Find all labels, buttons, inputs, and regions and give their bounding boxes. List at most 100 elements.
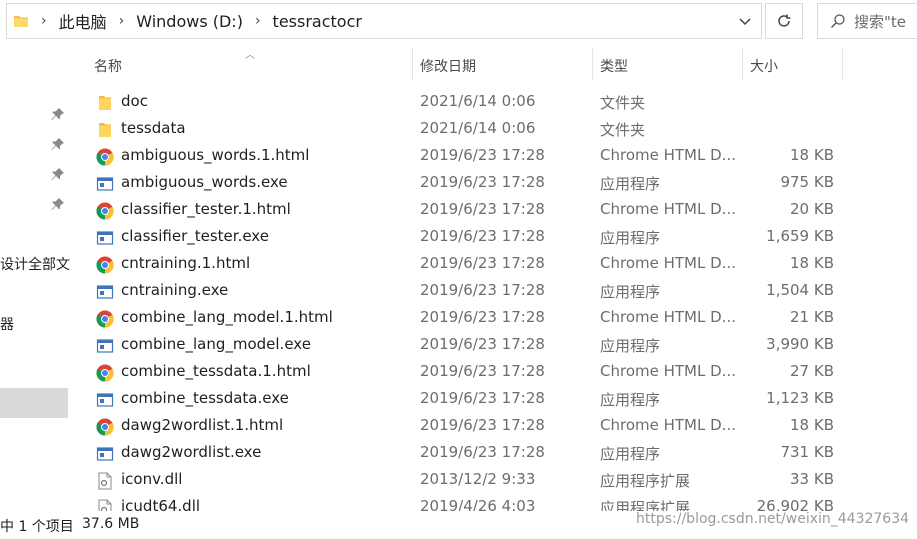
file-name[interactable]: doc: [121, 92, 148, 110]
file-name[interactable]: dawg2wordlist.1.html: [121, 416, 283, 434]
file-row[interactable]: tessdata 2021/6/14 0:06 文件夹: [88, 116, 838, 143]
file-date: 2019/6/23 17:28: [420, 173, 545, 191]
chevron-right-icon[interactable]: ›: [119, 13, 125, 29]
file-size: 18 KB: [790, 146, 834, 164]
nav-item-selected[interactable]: [0, 388, 68, 418]
file-row[interactable]: combine_tessdata.1.html 2019/6/23 17:28 Ch…: [88, 359, 838, 386]
column-header-name[interactable]: 名称: [94, 56, 122, 76]
search-placeholder: 搜索"te: [854, 12, 907, 31]
file-date: 2019/6/23 17:28: [420, 227, 545, 245]
file-name[interactable]: iconv.dll: [121, 470, 182, 488]
file-name[interactable]: classifier_tester.exe: [121, 227, 269, 245]
file-date: 2019/6/23 17:28: [420, 389, 545, 407]
file-name[interactable]: combine_lang_model.1.html: [121, 308, 333, 326]
column-divider[interactable]: [742, 48, 743, 80]
file-row[interactable]: cntraining.exe 2019/6/23 17:28 应用程序 1,504 K…: [88, 278, 838, 305]
file-row[interactable]: combine_lang_model.1.html 2019/6/23 17:28…: [88, 305, 838, 332]
column-header-size[interactable]: 大小: [750, 56, 778, 76]
file-type: 应用程序: [600, 391, 661, 409]
chrome-icon: [96, 148, 114, 166]
file-row[interactable]: classifier_tester.exe 2019/6/23 17:28 应用程序…: [88, 224, 838, 251]
file-type: Chrome HTML D...: [600, 200, 736, 218]
pin-icon[interactable]: [51, 136, 65, 150]
file-row[interactable]: classifier_tester.1.html 2019/6/23 17:28 C…: [88, 197, 838, 224]
file-name[interactable]: combine_tessdata.1.html: [121, 362, 311, 380]
chevron-right-icon[interactable]: ›: [255, 13, 261, 29]
file-size: 33 KB: [790, 470, 834, 488]
file-row[interactable]: doc 2021/6/14 0:06 文件夹: [88, 89, 838, 116]
chrome-icon: [96, 256, 114, 274]
file-size: 27 KB: [790, 362, 834, 380]
file-type: 应用程序: [600, 175, 661, 193]
file-type: 文件夹: [600, 121, 646, 139]
chrome-icon: [96, 418, 114, 436]
file-date: 2019/6/23 17:28: [420, 281, 545, 299]
file-type: 应用程序扩展: [600, 472, 691, 490]
file-row[interactable]: dawg2wordlist.1.html 2019/6/23 17:28 Chrom…: [88, 413, 838, 440]
pin-icon[interactable]: [51, 106, 65, 120]
file-size: 1,123 KB: [766, 389, 834, 407]
file-name[interactable]: combine_tessdata.exe: [121, 389, 289, 407]
column-header-date[interactable]: 修改日期: [420, 56, 476, 76]
file-name[interactable]: dawg2wordlist.exe: [121, 443, 261, 461]
file-row[interactable]: ambiguous_words.exe 2019/6/23 17:28 应用程序 97…: [88, 170, 838, 197]
nav-item-label[interactable]: 设计全部文: [0, 254, 70, 274]
file-type: 应用程序: [600, 445, 661, 463]
file-type: Chrome HTML D...: [600, 308, 736, 326]
chevron-down-icon[interactable]: [737, 13, 753, 29]
chrome-icon: [96, 364, 114, 382]
file-type: Chrome HTML D...: [600, 254, 736, 272]
search-box[interactable]: 搜索"te: [817, 3, 917, 39]
file-type: Chrome HTML D...: [600, 146, 736, 164]
file-name[interactable]: tessdata: [121, 119, 186, 137]
exe-icon: [96, 337, 114, 355]
pin-icon[interactable]: [51, 166, 65, 180]
watermark: https://blog.csdn.net/weixin_44327634: [636, 511, 910, 527]
breadcrumb-drive-d[interactable]: Windows (D:): [136, 12, 243, 31]
file-name[interactable]: icudt64.dll: [121, 497, 200, 511]
file-size: 18 KB: [790, 416, 834, 434]
file-name[interactable]: ambiguous_words.exe: [121, 173, 288, 191]
file-type: 应用程序: [600, 283, 661, 301]
column-divider[interactable]: [592, 48, 593, 80]
file-date: 2019/6/23 17:28: [420, 146, 545, 164]
chevron-right-icon[interactable]: ›: [41, 13, 47, 29]
file-name[interactable]: combine_lang_model.exe: [121, 335, 311, 353]
file-date: 2019/6/23 17:28: [420, 362, 545, 380]
file-date: 2013/12/2 9:33: [420, 470, 536, 488]
file-row[interactable]: ambiguous_words.1.html 2019/6/23 17:28 Chr…: [88, 143, 838, 170]
file-date: 2019/6/23 17:28: [420, 254, 545, 272]
pin-icon[interactable]: [51, 196, 65, 210]
file-date: 2021/6/14 0:06: [420, 119, 536, 137]
address-bar[interactable]: › 此电脑 › Windows (D:) › tessractocr: [6, 3, 762, 39]
nav-item-label[interactable]: 器: [0, 314, 14, 334]
file-name[interactable]: cntraining.exe: [121, 281, 228, 299]
file-row[interactable]: combine_lang_model.exe 2019/6/23 17:28 应用程…: [88, 332, 838, 359]
file-name[interactable]: cntraining.1.html: [121, 254, 250, 272]
file-date: 2019/6/23 17:28: [420, 416, 545, 434]
dll-icon: [96, 499, 114, 511]
refresh-button[interactable]: [765, 3, 803, 39]
breadcrumb-this-pc[interactable]: 此电脑: [59, 9, 107, 33]
file-size: 20 KB: [790, 200, 834, 218]
selection-size: 37.6 MB: [82, 516, 140, 532]
file-size: 1,504 KB: [766, 281, 834, 299]
column-header-type[interactable]: 类型: [600, 56, 628, 76]
file-row[interactable]: dawg2wordlist.exe 2019/6/23 17:28 应用程序 731 …: [88, 440, 838, 467]
file-date: 2019/6/23 17:28: [420, 200, 545, 218]
file-size: 3,990 KB: [766, 335, 834, 353]
file-size: 21 KB: [790, 308, 834, 326]
dll-icon: [96, 472, 114, 490]
file-name[interactable]: classifier_tester.1.html: [121, 200, 291, 218]
file-row[interactable]: combine_tessdata.exe 2019/6/23 17:28 应用程序 1…: [88, 386, 838, 413]
file-row[interactable]: cntraining.1.html 2019/6/23 17:28 Chrome H…: [88, 251, 838, 278]
file-type: 应用程序: [600, 337, 661, 355]
column-divider[interactable]: [842, 48, 843, 80]
selection-count: 中 1 个项目: [0, 519, 74, 535]
file-row[interactable]: icudt64.dll 2019/4/26 4:03 应用程序扩展 26,902 KB: [88, 494, 838, 511]
file-row[interactable]: iconv.dll 2013/12/2 9:33 应用程序扩展 33 KB: [88, 467, 838, 494]
file-type: 应用程序: [600, 229, 661, 247]
column-divider[interactable]: [412, 48, 413, 80]
file-name[interactable]: ambiguous_words.1.html: [121, 146, 309, 164]
breadcrumb-current-folder[interactable]: tessractocr: [273, 12, 362, 31]
